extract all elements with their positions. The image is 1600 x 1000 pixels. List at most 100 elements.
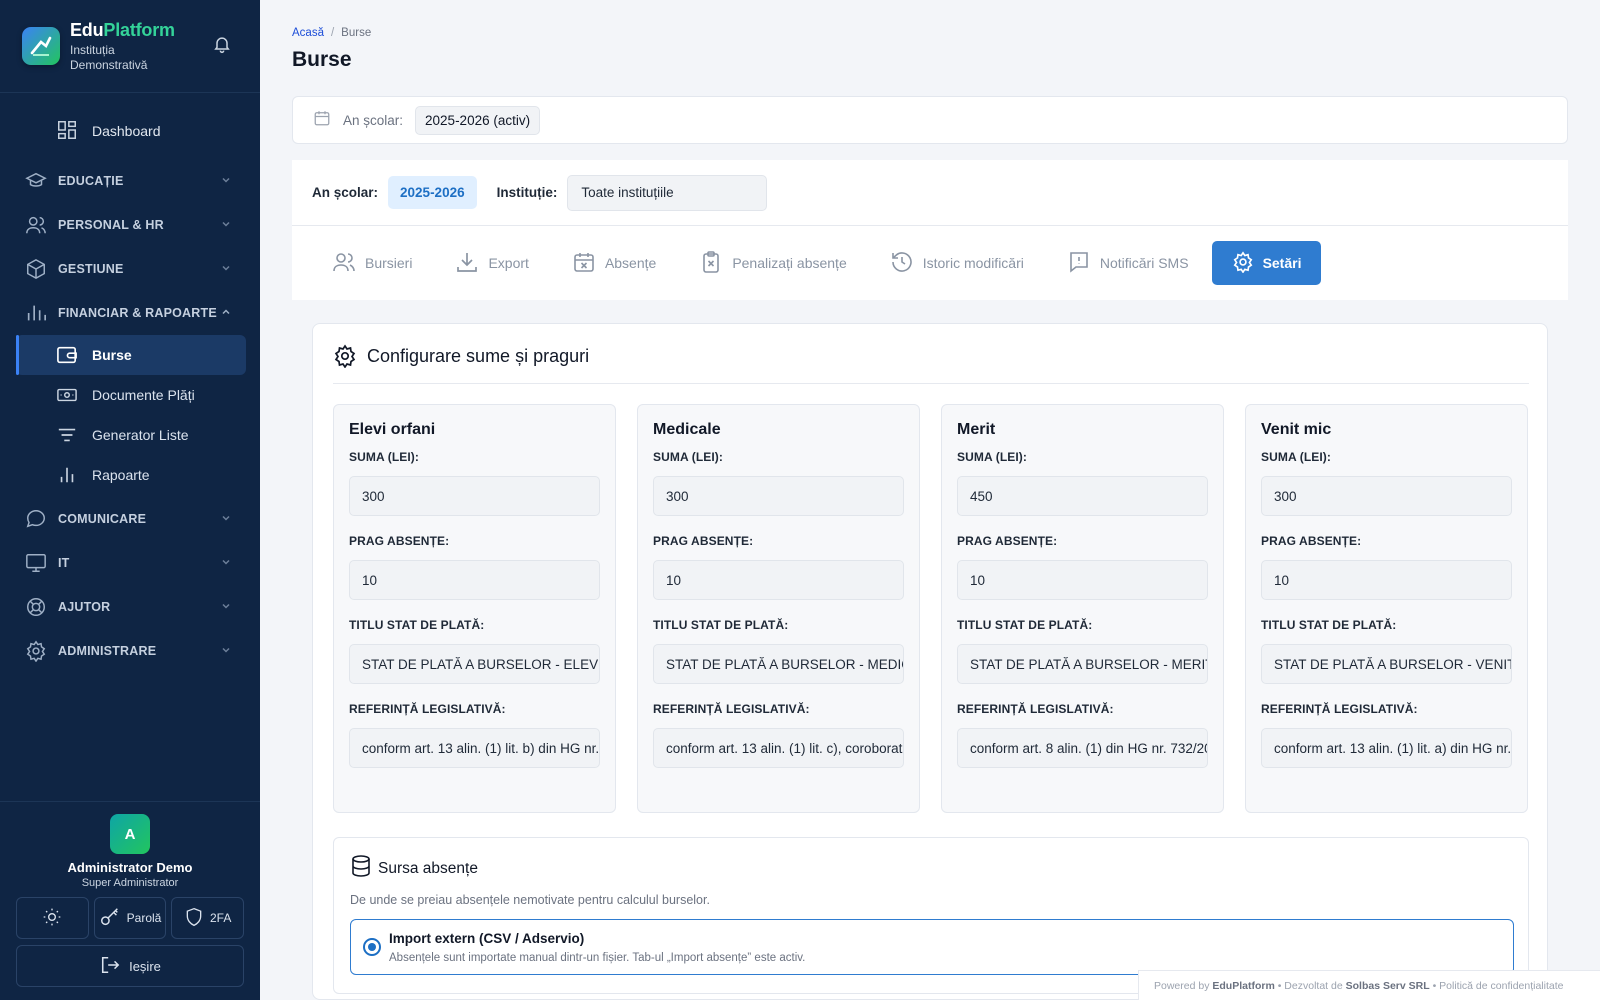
field-label: SUMA (LEI): xyxy=(653,450,723,464)
breadcrumb-home-link[interactable]: Acasă xyxy=(292,27,324,39)
sun-icon xyxy=(42,907,62,930)
scholarship-name: Venit mic xyxy=(1261,421,1332,438)
avatar[interactable]: A xyxy=(110,814,150,854)
sidebar-section-administrare[interactable]: ADMINISTRARE xyxy=(0,629,260,673)
scholarship-name: Elevi orfani xyxy=(349,421,436,438)
breadcrumb-current: Burse xyxy=(341,27,372,39)
sum-input[interactable]: 300 xyxy=(653,476,904,516)
absence-source-option-import[interactable]: Import extern (CSV / Adservio) Absențele… xyxy=(350,919,1514,975)
tab-istoric-modificari[interactable]: Istoric modificări xyxy=(890,241,1024,285)
payroll-title-input[interactable]: STAT DE PLATĂ A BURSELOR - VENIT MIC xyxy=(1261,644,1512,684)
sidebar-item-burse[interactable]: Burse xyxy=(16,335,246,375)
field-label: PRAG ABSENȚE: xyxy=(653,534,754,548)
download-icon xyxy=(455,250,479,277)
breadcrumb: Acasă / Burse xyxy=(292,27,372,39)
tab-notificari-sms[interactable]: Notificări SMS xyxy=(1067,241,1189,285)
user-name: Administrator Demo xyxy=(67,860,193,875)
legal-reference-input[interactable]: conform art. 13 alin. (1) lit. a) din HG… xyxy=(1261,728,1512,768)
sum-input[interactable]: 300 xyxy=(349,476,600,516)
legal-reference-input[interactable]: conform art. 13 alin. (1) lit. b) din HG… xyxy=(349,728,600,768)
lifebuoy-icon xyxy=(24,596,48,618)
theme-toggle-button[interactable] xyxy=(16,897,89,939)
sidebar-section-personal[interactable]: PERSONAL & HR xyxy=(0,203,260,247)
field-label: SUMA (LEI): xyxy=(957,450,1027,464)
institution-select[interactable]: Toate instituțiile xyxy=(567,174,768,211)
field-label: REFERINȚĂ LEGISLATIVĂ: xyxy=(349,702,506,716)
bar-chart-icon xyxy=(56,465,78,488)
main-content: Acasă / Burse Burse An școlar: 2025-2026 (… xyxy=(260,0,1600,1000)
tab-absente[interactable]: Absențe xyxy=(572,241,656,285)
history-icon xyxy=(890,250,914,277)
gear-icon xyxy=(333,344,357,373)
banknote-icon xyxy=(56,385,78,408)
field-label: TITLU STAT DE PLATĂ: xyxy=(653,618,789,632)
filter-lines-icon xyxy=(56,425,78,448)
sidebar-item-rapoarte[interactable]: Rapoarte xyxy=(16,455,246,495)
school-year-select[interactable]: 2025-2026 (activ) xyxy=(415,105,541,135)
payroll-title-input[interactable]: STAT DE PLATĂ A BURSELOR - ELEVI ORFANI xyxy=(349,644,600,684)
logout-button[interactable]: Ieșire xyxy=(16,945,244,987)
settings-card-title: Configurare sume și praguri xyxy=(367,346,590,366)
graduation-cap-icon xyxy=(24,170,48,192)
sidebar-section-educatie[interactable]: EDUCAȚIE xyxy=(0,159,260,203)
tab-penalizati-absente[interactable]: Penalizați absențe xyxy=(699,241,847,285)
gear-icon xyxy=(1232,250,1254,276)
footer-brand: EduPlatform xyxy=(1212,979,1275,992)
sidebar-section-ajutor[interactable]: AJUTOR xyxy=(0,585,260,629)
calendar-x-icon xyxy=(572,250,596,277)
payroll-title-input[interactable]: STAT DE PLATĂ A BURSELOR - MERIT xyxy=(957,644,1208,684)
filter-year-label: An școlar: xyxy=(312,185,379,200)
tab-bursieri[interactable]: Bursieri xyxy=(332,241,412,285)
legal-reference-input[interactable]: conform art. 8 alin. (1) din HG nr. 732/… xyxy=(957,728,1208,768)
privacy-link[interactable]: • Politică de confidențialitate xyxy=(1433,980,1564,992)
sidebar-section-it[interactable]: IT xyxy=(0,541,260,585)
option-description: Absențele sunt importate manual dintr-un… xyxy=(389,952,806,964)
chevron-down-icon xyxy=(220,174,232,189)
field-label: SUMA (LEI): xyxy=(1261,450,1331,464)
legal-reference-input[interactable]: conform art. 13 alin. (1) lit. c), corob… xyxy=(653,728,904,768)
sidebar-section-gestiune[interactable]: GESTIUNE xyxy=(0,247,260,291)
sum-input[interactable]: 300 xyxy=(1261,476,1512,516)
users-icon xyxy=(332,250,356,277)
field-label: REFERINȚĂ LEGISLATIVĂ: xyxy=(1261,702,1418,716)
key-icon xyxy=(99,906,121,931)
sidebar-item-generator-liste[interactable]: Generator Liste xyxy=(16,415,246,455)
tab-setari[interactable]: Setări xyxy=(1211,241,1322,285)
clipboard-x-icon xyxy=(699,250,723,277)
bell-icon[interactable] xyxy=(212,34,232,59)
payroll-title-input[interactable]: STAT DE PLATĂ A BURSELOR - MEDICALE xyxy=(653,644,904,684)
sidebar-item-documente-plati[interactable]: Documente Plăți xyxy=(16,375,246,415)
absence-source-title: Sursa absențe xyxy=(378,859,478,877)
database-icon xyxy=(350,854,372,883)
sidebar-section-comunicare[interactable]: COMUNICARE xyxy=(0,497,260,541)
sum-input[interactable]: 450 xyxy=(957,476,1208,516)
sidebar-item-dashboard[interactable]: Dashboard xyxy=(0,109,260,153)
bar-chart-icon xyxy=(24,302,48,324)
scholarship-card-elevi-orfani: Elevi orfani SUMA (LEI): 300 PRAG ABSENȚ… xyxy=(333,404,616,813)
threshold-input[interactable]: 10 xyxy=(1261,560,1512,600)
option-title: Import extern (CSV / Adservio) xyxy=(389,931,585,946)
settings-card-header: Configurare sume și praguri xyxy=(333,344,1529,384)
monitor-icon xyxy=(24,552,48,574)
scholarship-cards: Elevi orfani SUMA (LEI): 300 PRAG ABSENȚ… xyxy=(333,404,1528,813)
password-button[interactable]: Parolă xyxy=(93,897,167,939)
field-label: PRAG ABSENȚE: xyxy=(957,534,1058,548)
tab-export[interactable]: Export xyxy=(455,241,529,285)
page-title: Burse xyxy=(292,48,352,71)
scholarship-name: Medicale xyxy=(653,421,721,438)
filter-year-chip[interactable]: 2025-2026 xyxy=(388,176,477,209)
grid-icon xyxy=(56,119,78,144)
chevron-down-icon xyxy=(220,262,232,277)
calendar-icon xyxy=(313,109,331,132)
threshold-input[interactable]: 10 xyxy=(349,560,600,600)
radio-selected[interactable] xyxy=(363,938,381,956)
sidebar-section-financiar[interactable]: FINANCIAR & RAPOARTE xyxy=(0,291,260,335)
gear-icon xyxy=(24,640,48,662)
field-label: SUMA (LEI): xyxy=(349,450,419,464)
field-label: PRAG ABSENȚE: xyxy=(349,534,450,548)
scholarship-name: Merit xyxy=(957,421,996,438)
threshold-input[interactable]: 10 xyxy=(957,560,1208,600)
app-logo[interactable] xyxy=(22,27,60,65)
twofa-button[interactable]: 2FA xyxy=(171,897,245,939)
threshold-input[interactable]: 10 xyxy=(653,560,904,600)
